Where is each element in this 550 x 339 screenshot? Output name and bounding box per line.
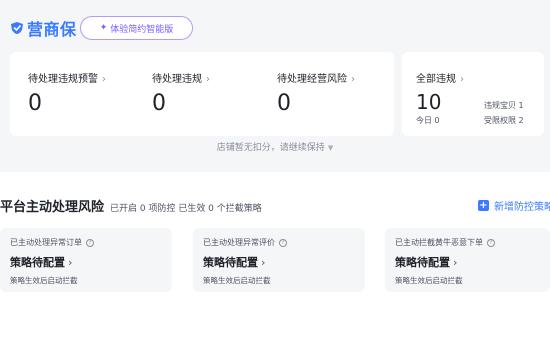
policy-status: 策略待配置 [203, 256, 258, 269]
metric-pending-warnings[interactable]: 待处理违规预警 › 0 [28, 70, 106, 115]
chevron-right-icon: › [453, 256, 458, 269]
question-circle-icon[interactable]: ? [487, 238, 495, 247]
pending-violations-card: 待处理违规预警 › 0 待处理违规 › 0 待处理经营风险 › 0 [10, 52, 394, 136]
today-violations: 今日 0 [416, 116, 440, 125]
trial-label: 体验简约智能版 [110, 24, 174, 35]
metric-label: 待处理违规 [152, 74, 202, 85]
chevron-right-icon: › [206, 74, 210, 85]
risk-section-header: 平台主动处理风险 已开启 0 项防控 已生效 0 个拦截策略 [0, 196, 262, 216]
chevron-right-icon: › [261, 256, 266, 269]
policy-note: 策略生效后启动拦截 [395, 276, 463, 285]
metric-pending-violations[interactable]: 待处理违规 › 0 [152, 70, 210, 115]
all-violations-label: 全部违规 [416, 74, 456, 85]
policy-label: 已主动处理异常订单 [10, 238, 82, 247]
configure-strategy-link[interactable]: 策略待配置 › [395, 254, 540, 270]
add-strategy-button[interactable]: + 新增防控策略 [478, 196, 550, 214]
policy-label: 已主动处理异常评价 [203, 238, 275, 247]
restricted-permissions-link[interactable]: 受限权限 2 [484, 115, 524, 126]
metric-value: 0 [152, 91, 166, 116]
policy-status: 策略待配置 [395, 256, 450, 269]
brand-logo: 营商保 [10, 16, 77, 40]
policy-note: 策略生效后启动拦截 [10, 276, 78, 285]
add-strategy-label: 新增防控策略 [494, 201, 550, 213]
all-violations-card[interactable]: 全部违规 › 10 今日 0 违规宝贝 1 受限权限 2 [402, 52, 544, 136]
question-circle-icon[interactable]: ? [279, 238, 287, 247]
chevron-right-icon: › [460, 74, 464, 85]
section-description: 已开启 0 项防控 已生效 0 个拦截策略 [110, 204, 262, 214]
configure-strategy-link[interactable]: 策略待配置 › [203, 254, 355, 270]
configure-strategy-link[interactable]: 策略待配置 › [10, 254, 162, 270]
question-circle-icon[interactable]: ? [86, 238, 94, 247]
shield-logo-icon [11, 22, 23, 34]
sparkle-icon: ✦ [99, 23, 108, 33]
trial-smart-version-button[interactable]: ✦ 体验简约智能版 [80, 16, 193, 40]
brand-name: 营商保 [27, 20, 77, 39]
policy-card-abnormal-reviews: 已主动处理异常评价? 策略待配置 › 策略生效后启动拦截 [193, 228, 365, 292]
metric-value: 0 [28, 91, 42, 116]
metric-value: 0 [277, 91, 291, 116]
section-title: 平台主动处理风险 [0, 200, 105, 215]
all-violations-link[interactable]: 全部违规 › [416, 70, 464, 85]
chevron-right-icon: › [351, 74, 355, 85]
policy-label: 已主动拦截黄牛恶意下单 [395, 238, 483, 247]
metric-label: 待处理经营风险 [277, 74, 347, 85]
violating-items-link[interactable]: 违规宝贝 1 [484, 100, 524, 111]
policy-note: 策略生效后启动拦截 [203, 276, 271, 285]
policy-card-scalper-orders: 已主动拦截黄牛恶意下单? 策略待配置 › 策略生效后启动拦截 [385, 228, 550, 292]
chevron-right-icon: › [68, 256, 73, 269]
metric-label: 待处理违规预警 [28, 74, 98, 85]
triangle-down-icon: ▼ [327, 144, 334, 152]
policy-card-abnormal-orders: 已主动处理异常订单? 策略待配置 › 策略生效后启动拦截 [0, 228, 172, 292]
metric-pending-business-risk[interactable]: 待处理经营风险 › 0 [277, 70, 355, 115]
chevron-right-icon: › [102, 74, 106, 85]
score-status[interactable]: 店铺暂无扣分，请继续保持 ▼ [0, 140, 550, 153]
policy-status: 策略待配置 [10, 256, 65, 269]
plus-square-icon: + [478, 199, 489, 211]
overview-panel: 营商保 ✦ 体验简约智能版 待处理违规预警 › 0 待处理违规 › 0 待处理经营风… [0, 0, 550, 172]
all-violations-count: 10 [416, 90, 442, 114]
score-note-text: 店铺暂无扣分，请继续保持 [216, 143, 325, 153]
